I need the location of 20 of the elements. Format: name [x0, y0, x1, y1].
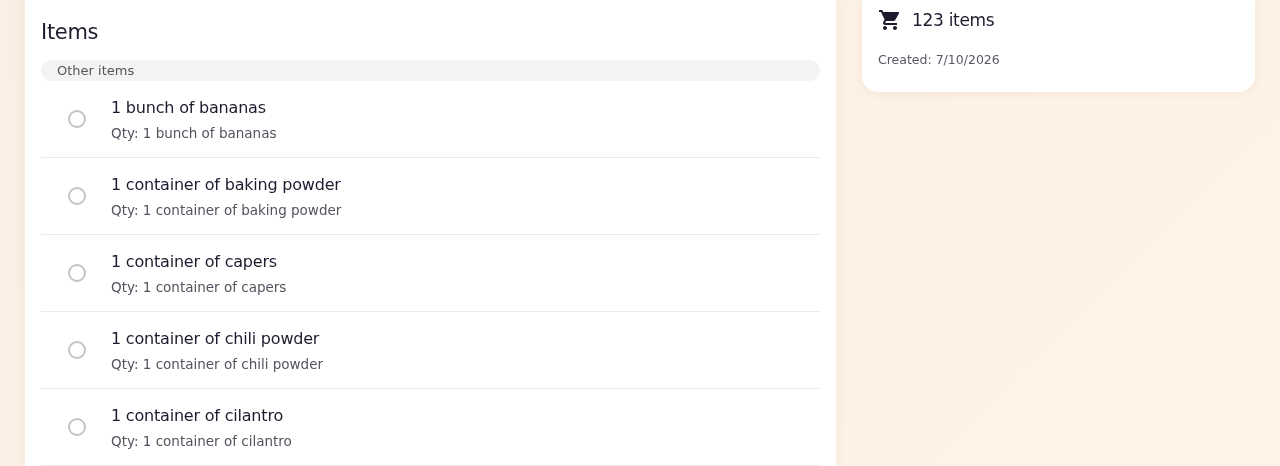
item-quantity: Qty: 1 container of cilantro: [111, 432, 292, 449]
item-quantity: Qty: 1 bunch of bananas: [111, 124, 277, 141]
radio-checkbox[interactable]: [68, 341, 86, 359]
section-title: Items: [41, 19, 100, 46]
item-name: 1 container of baking powder: [111, 174, 342, 194]
group-header: Other items: [41, 60, 820, 81]
item-name: 1 container of capers: [111, 251, 278, 271]
item-name: 1 bunch of bananas: [111, 97, 267, 117]
item-name: 1 container of chili powder: [111, 328, 321, 348]
item-quantity: Qty: 1 container of capers: [111, 278, 287, 295]
radio-checkbox[interactable]: [68, 110, 86, 128]
item-quantity: Qty: 1 container of chili powder: [111, 355, 324, 372]
radio-checkbox[interactable]: [68, 264, 86, 282]
item-count: 123 items: [912, 10, 995, 30]
item-name: 1 container of cilantro: [111, 405, 284, 425]
radio-checkbox[interactable]: [68, 418, 86, 436]
item-quantity: Qty: 1 container of baking powder: [111, 201, 342, 218]
cart-icon: [878, 8, 902, 32]
radio-checkbox[interactable]: [68, 187, 86, 205]
created-date: Created: 7/10/2026: [878, 52, 1001, 67]
